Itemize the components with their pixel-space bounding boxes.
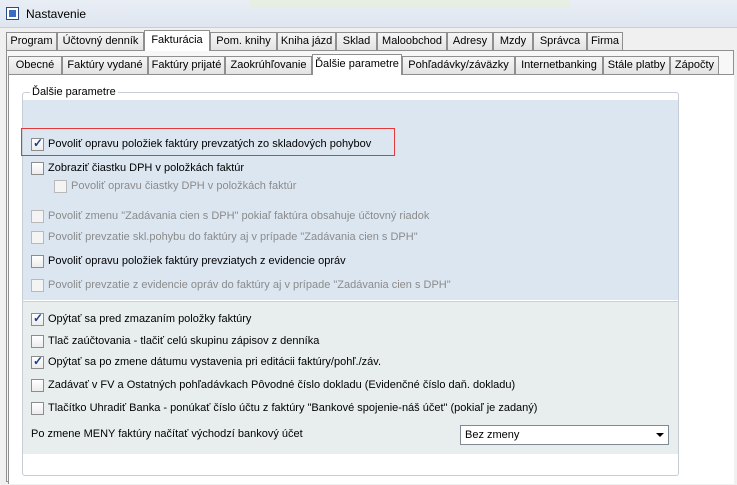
checkbox[interactable]: ✓ <box>31 136 44 151</box>
tab-kniha-jazd[interactable]: Kniha jázd <box>277 32 336 50</box>
tab-stale-platby[interactable]: Stále platby <box>603 56 670 74</box>
dropdown-button[interactable] <box>652 426 668 444</box>
checkbox[interactable] <box>31 335 44 348</box>
check-icon: ✓ <box>33 136 44 150</box>
tab-spravca[interactable]: Správca <box>533 32 587 50</box>
app-icon <box>6 7 19 20</box>
option-label: Opýtať sa po zmene dátumu vystavenia pri… <box>48 356 382 368</box>
checkbox[interactable]: ✓ <box>31 311 44 326</box>
checkbox <box>54 180 67 193</box>
bank-account-label: Po zmene MENY faktúry načítať východzí b… <box>31 428 303 440</box>
bank-account-select[interactable]: Bez zmeny <box>460 425 669 445</box>
tab-zapocty[interactable]: Zápočty <box>670 56 719 74</box>
check-icon: ✓ <box>33 354 44 368</box>
checkbox[interactable]: ✓ <box>31 354 44 369</box>
title-bar: Nastavenie <box>0 0 737 28</box>
chevron-down-icon <box>656 433 664 437</box>
tab-internetbanking[interactable]: Internetbanking <box>515 56 603 74</box>
option-label: Zobraziť čiastku DPH v položkách faktúr <box>48 162 245 174</box>
checkbox[interactable] <box>31 402 44 415</box>
select-value: Bez zmeny <box>465 429 520 441</box>
checkbox[interactable] <box>31 255 44 268</box>
option-label: Zadávať v FV a Ostatných pohľadávkach Pô… <box>48 379 516 391</box>
checkbox <box>31 279 44 292</box>
window-title: Nastavenie <box>26 7 87 21</box>
option-label: Povoliť opravu položiek faktúry prevziat… <box>48 255 346 267</box>
checkbox <box>31 231 44 244</box>
tab-maloobchod[interactable]: Maloobchod <box>377 32 447 50</box>
tab-pom-knihy[interactable]: Pom. knihy <box>210 32 277 50</box>
option-label: Povoliť prevzatie skl.pohybu do faktúry … <box>48 231 418 243</box>
tab-sklad[interactable]: Sklad <box>336 32 377 50</box>
tab-fakturacia[interactable]: Fakturácia <box>144 30 210 51</box>
tab-program[interactable]: Program <box>6 32 57 50</box>
tab-faktury-prijate[interactable]: Faktúry prijaté <box>148 56 225 74</box>
option-label: Opýtať sa pred zmazaním položky faktúry <box>48 313 252 325</box>
tab-mzdy[interactable]: Mzdy <box>493 32 533 50</box>
tab-strip-divider <box>6 50 734 51</box>
tab-uctovny-dennik[interactable]: Účtovný denník <box>57 32 144 50</box>
tab-zaokruhlovanie[interactable]: Zaokrúhľovanie <box>225 56 312 74</box>
option-label: Tlačítko Uhradiť Banka - ponúkať číslo ú… <box>48 402 538 414</box>
checkbox <box>31 210 44 223</box>
tab-adresy[interactable]: Adresy <box>447 32 493 50</box>
tab-dalsie-parametre[interactable]: Ďalšie parametre <box>312 54 402 75</box>
tab-obecne[interactable]: Obecné <box>8 56 62 74</box>
tab-firma[interactable]: Firma <box>587 32 623 50</box>
option-label: Povoliť opravu položiek faktúry prevzatý… <box>48 138 372 150</box>
background-decoration <box>250 0 570 8</box>
check-icon: ✓ <box>33 311 44 325</box>
option-label: Povoliť zmenu "Zadávania cien s DPH" pok… <box>48 210 430 222</box>
option-label: Povoliť opravu čiastky DPH v položkách f… <box>71 180 297 192</box>
tab-pohladavky-zavazky[interactable]: Pohľadávky/záväzky <box>402 56 515 74</box>
group-title: Ďalšie parametre <box>30 86 118 98</box>
option-label: Tlač zaúčtovania - tlačiť celú skupinu z… <box>48 335 320 347</box>
option-label: Povoliť prevzatie z evidencie opráv do f… <box>48 279 451 291</box>
checkbox[interactable] <box>31 379 44 392</box>
checkbox[interactable] <box>31 162 44 175</box>
tab-faktury-vydane[interactable]: Faktúry vydané <box>62 56 148 74</box>
